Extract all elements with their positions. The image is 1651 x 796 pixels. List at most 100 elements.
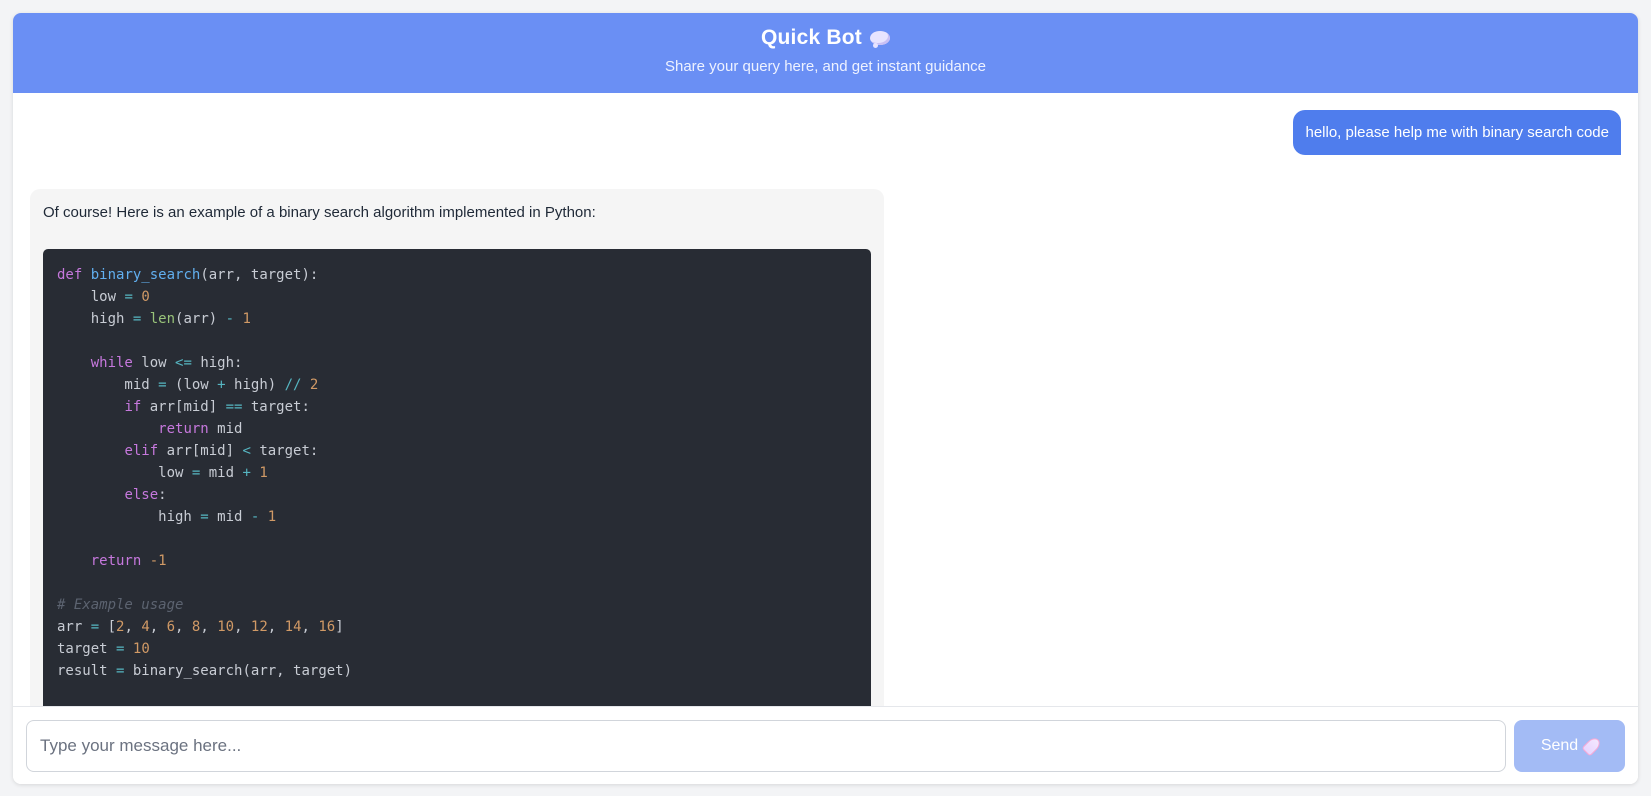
rocket-icon xyxy=(1581,735,1603,757)
code-token: (arr, target): xyxy=(200,267,319,283)
code-token: ] xyxy=(335,619,344,635)
code-token: : xyxy=(158,487,167,503)
code-token: , xyxy=(301,619,319,635)
code-token: 10 xyxy=(217,619,235,635)
code-line: high = mid - 1 xyxy=(57,506,857,528)
code-token: return xyxy=(158,421,209,437)
code-token: // xyxy=(284,377,302,393)
code-token: + xyxy=(242,465,251,481)
chat-header: Quick Bot Share your query here, and get… xyxy=(13,13,1638,93)
code-token: else xyxy=(124,487,159,503)
app-title: Quick Bot xyxy=(761,26,862,49)
code-line: else: xyxy=(57,484,857,506)
code-token: elif xyxy=(124,443,159,459)
code-token: target: xyxy=(250,443,319,459)
message-composer: Send xyxy=(13,706,1638,784)
code-token: , xyxy=(234,619,251,635)
code-token: 6 xyxy=(166,619,176,635)
chat-messages[interactable]: hello, please help me with binary search… xyxy=(13,93,1638,706)
code-line: high = len(arr) - 1 xyxy=(57,308,857,330)
code-token: while xyxy=(90,355,133,371)
code-token: low xyxy=(57,289,125,305)
code-token: , xyxy=(149,619,167,635)
message-input[interactable] xyxy=(26,720,1506,772)
code-line: arr = [2, 4, 6, 8, 10, 12, 14, 16] xyxy=(57,616,857,638)
code-token: target: xyxy=(242,399,310,415)
app-subtitle: Share your query here, and get instant g… xyxy=(664,58,987,75)
code-token: mid xyxy=(208,421,243,437)
code-token: (arr) xyxy=(175,311,226,327)
code-token: -1 xyxy=(149,553,167,569)
code-line: result = binary_search(arr, target) xyxy=(57,660,857,682)
code-token: = xyxy=(124,289,133,305)
code-token: mid xyxy=(208,509,251,525)
code-token: result xyxy=(57,663,117,679)
send-button-label: Send xyxy=(1540,737,1579,754)
code-token: high xyxy=(57,509,201,525)
code-token: arr[mid] xyxy=(158,443,243,459)
code-line: low = mid + 1 xyxy=(57,462,857,484)
code-token: 12 xyxy=(250,619,268,635)
code-token: 1 xyxy=(267,509,277,525)
code-line: if arr[mid] == target: xyxy=(57,396,857,418)
code-token: binary_search xyxy=(90,267,201,283)
code-token: arr xyxy=(57,619,91,635)
code-line: def binary_search(arr, target): xyxy=(57,264,857,286)
code-token: (low xyxy=(166,377,218,393)
code-token: target xyxy=(57,641,117,657)
code-token: arr[mid] xyxy=(141,399,226,415)
code-line: target = 10 xyxy=(57,638,857,660)
code-token: = xyxy=(90,619,100,635)
send-button[interactable]: Send xyxy=(1514,720,1625,772)
code-line: elif arr[mid] < target: xyxy=(57,440,857,462)
code-token: , xyxy=(175,619,192,635)
code-token: low xyxy=(132,355,176,371)
code-token: == xyxy=(225,399,243,415)
code-token: 2 xyxy=(309,377,319,393)
chat-app-window: Quick Bot Share your query here, and get… xyxy=(13,13,1638,784)
code-line: # Example usage xyxy=(57,594,857,616)
code-token: , xyxy=(124,619,142,635)
bot-message: Of course! Here is an example of a binar… xyxy=(30,189,884,706)
code-token: len xyxy=(149,311,176,327)
code-token: high xyxy=(57,311,133,327)
code-token: mid xyxy=(200,465,243,481)
code-token: mid xyxy=(57,377,159,393)
user-message: hello, please help me with binary search… xyxy=(1293,110,1621,155)
speech-bubble-icon xyxy=(869,31,890,48)
code-token: low xyxy=(57,465,192,481)
code-token: , xyxy=(200,619,218,635)
code-token: + xyxy=(217,377,226,393)
code-token: 10 xyxy=(132,641,150,657)
code-token: def xyxy=(57,267,83,283)
code-line: return mid xyxy=(57,418,857,440)
code-token: [ xyxy=(99,619,117,635)
code-token: return xyxy=(90,553,142,569)
code-token: 0 xyxy=(141,289,150,305)
code-token: - xyxy=(225,311,235,327)
code-line: while low <= high: xyxy=(57,352,857,374)
code-token: , xyxy=(267,619,285,635)
code-token: 16 xyxy=(318,619,336,635)
bot-message-intro: Of course! Here is an example of a binar… xyxy=(43,204,596,221)
code-token: 4 xyxy=(141,619,150,635)
code-token: # Example usage xyxy=(57,597,184,613)
code-token: 1 xyxy=(259,465,268,481)
code-token: 14 xyxy=(284,619,302,635)
code-block: def binary_search(arr, target): low = 0 … xyxy=(43,249,871,706)
code-token: < xyxy=(242,443,251,459)
code-token: high) xyxy=(225,377,285,393)
